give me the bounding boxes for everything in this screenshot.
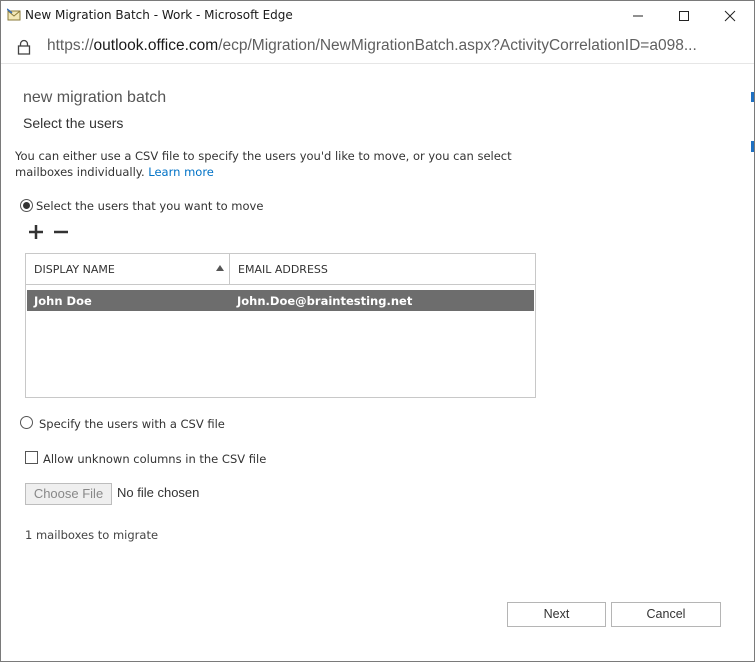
minimize-button[interactable] [615,1,661,31]
allow-unknown-columns-label[interactable]: Allow unknown columns in the CSV file [43,452,266,466]
maximize-icon [679,11,689,21]
description-text: You can either use a CSV file to specify… [15,149,512,179]
table-header: DISPLAY NAME EMAIL ADDRESS [26,254,535,285]
row-display-name: John Doe [34,294,92,308]
csv-label[interactable]: Specify the users with a CSV file [39,417,225,431]
allow-unknown-columns-checkbox[interactable] [25,451,38,464]
file-status: No file chosen [117,485,200,500]
maximize-button[interactable] [661,1,707,31]
learn-more-link[interactable]: Learn more [148,165,214,179]
table-row[interactable]: John Doe John.Doe@braintesting.net [27,290,534,311]
users-table: DISPLAY NAME EMAIL ADDRESS John Doe John… [25,253,536,398]
migration-envelope-icon [7,8,21,21]
window-title: New Migration Batch - Work - Microsoft E… [25,8,293,22]
page-title: new migration batch [23,89,167,106]
choose-file-button[interactable]: Choose File [25,483,112,505]
close-button[interactable] [707,1,753,31]
url-host: outlook.office.com [93,37,219,54]
description: You can either use a CSV file to specify… [15,148,545,180]
minimize-icon [633,15,643,17]
title-bar[interactable]: New Migration Batch - Work - Microsoft E… [1,1,754,31]
step-title: Select the users [23,115,124,131]
select-users-radio[interactable] [20,199,33,212]
background-strip [751,141,754,152]
display-name-column-header[interactable]: DISPLAY NAME [26,254,230,284]
lock-icon [17,39,31,55]
email-address-column-header[interactable]: EMAIL ADDRESS [238,263,328,276]
url-text[interactable]: https://outlook.office.com/ecp/Migration… [47,37,697,55]
row-email: John.Doe@braintesting.net [237,294,413,308]
cancel-button[interactable]: Cancel [611,602,721,627]
wizard-page: new migration batch Select the users You… [1,64,754,661]
add-icon[interactable] [27,223,45,241]
background-strip [751,92,754,102]
display-name-header-label: DISPLAY NAME [34,263,115,276]
mailbox-count: 1 mailboxes to migrate [25,528,159,542]
url-prefix: https:// [47,37,94,54]
url-path: /ecp/Migration/NewMigrationBatch.aspx?Ac… [218,37,697,54]
remove-icon[interactable] [52,223,70,241]
next-button[interactable]: Next [507,602,606,627]
sort-ascending-icon [216,265,224,271]
select-users-label[interactable]: Select the users that you want to move [36,199,263,213]
close-icon [724,10,736,22]
address-bar[interactable]: https://outlook.office.com/ecp/Migration… [1,31,754,64]
browser-window: New Migration Batch - Work - Microsoft E… [0,0,755,662]
csv-radio[interactable] [20,416,33,429]
